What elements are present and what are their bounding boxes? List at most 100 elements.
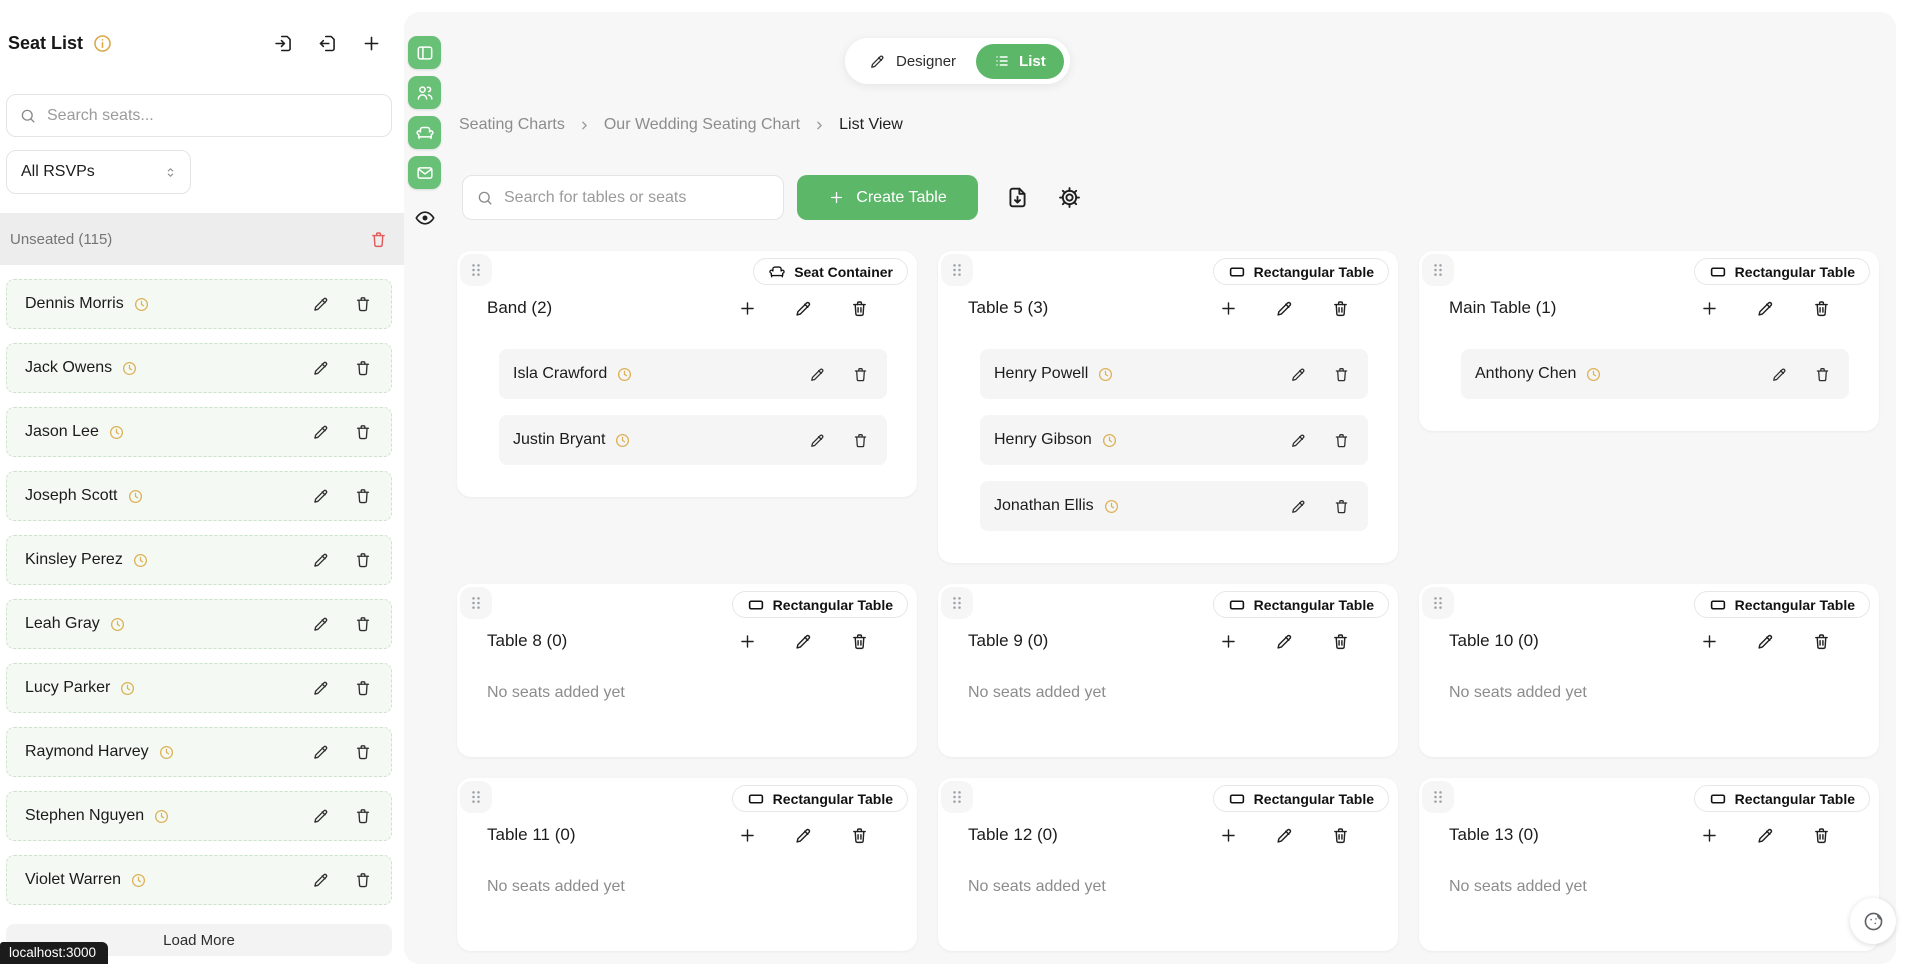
drag-handle[interactable] (460, 587, 492, 619)
delete-table-button[interactable] (1812, 632, 1831, 651)
drag-handle[interactable] (460, 781, 492, 813)
delete-guest-button[interactable] (354, 679, 372, 697)
delete-guest-button[interactable] (354, 423, 372, 441)
drag-handle[interactable] (941, 781, 973, 813)
unseated-guest-item[interactable]: Violet Warren (6, 855, 392, 905)
seat-row[interactable]: Jonathan Ellis (980, 481, 1368, 531)
seat-row[interactable]: Justin Bryant (499, 415, 887, 465)
seat-row[interactable]: Henry Powell (980, 349, 1368, 399)
delete-guest-button[interactable] (354, 295, 372, 313)
edit-table-button[interactable] (1756, 632, 1775, 651)
edit-table-button[interactable] (1275, 299, 1294, 318)
add-seat-to-table-button[interactable] (738, 299, 757, 318)
seats-button[interactable] (408, 116, 441, 149)
edit-guest-button[interactable] (312, 423, 330, 441)
add-seat-to-table-button[interactable] (738, 632, 757, 651)
delete-table-button[interactable] (1331, 826, 1350, 845)
edit-guest-button[interactable] (312, 359, 330, 377)
seat-row[interactable]: Henry Gibson (980, 415, 1368, 465)
breadcrumb-chart-name[interactable]: Our Wedding Seating Chart (604, 116, 800, 134)
add-seat-to-table-button[interactable] (738, 826, 757, 845)
unseated-guest-item[interactable]: Leah Gray (6, 599, 392, 649)
delete-seat-button[interactable] (852, 432, 869, 449)
unseated-guest-item[interactable]: Dennis Morris (6, 279, 392, 329)
unseated-guest-item[interactable]: Kinsley Perez (6, 535, 392, 585)
seat-row[interactable]: Anthony Chen (1461, 349, 1849, 399)
unseated-guest-item[interactable]: Lucy Parker (6, 663, 392, 713)
unseated-guest-item[interactable]: Raymond Harvey (6, 727, 392, 777)
edit-guest-button[interactable] (312, 295, 330, 313)
list-tab[interactable]: List (976, 43, 1064, 79)
delete-guest-button[interactable] (354, 871, 372, 889)
delete-guest-button[interactable] (354, 551, 372, 569)
delete-table-button[interactable] (850, 299, 869, 318)
info-icon[interactable] (92, 33, 113, 54)
seat-search-input[interactable] (47, 106, 379, 125)
designer-tab[interactable]: Designer (853, 38, 976, 84)
edit-guest-button[interactable] (312, 615, 330, 633)
rsvp-filter-select[interactable]: All RSVPs (6, 150, 191, 194)
delete-guest-button[interactable] (354, 487, 372, 505)
add-seat-to-table-button[interactable] (1700, 826, 1719, 845)
edit-seat-button[interactable] (1771, 366, 1788, 383)
edit-guest-button[interactable] (312, 487, 330, 505)
drag-handle[interactable] (460, 254, 492, 286)
edit-guest-button[interactable] (312, 743, 330, 761)
breadcrumb-seating-charts[interactable]: Seating Charts (459, 116, 565, 134)
panel-layout-button[interactable] (408, 36, 441, 69)
export-button[interactable] (317, 33, 338, 54)
edit-table-button[interactable] (794, 632, 813, 651)
edit-table-button[interactable] (794, 826, 813, 845)
delete-table-button[interactable] (1812, 299, 1831, 318)
edit-table-button[interactable] (1756, 826, 1775, 845)
edit-table-button[interactable] (1275, 826, 1294, 845)
unseated-guest-item[interactable]: Joseph Scott (6, 471, 392, 521)
import-button[interactable] (273, 33, 294, 54)
edit-table-button[interactable] (794, 299, 813, 318)
delete-table-button[interactable] (1331, 299, 1350, 318)
unseated-guest-item[interactable]: Jason Lee (6, 407, 392, 457)
create-table-button[interactable]: Create Table (797, 175, 978, 220)
edit-seat-button[interactable] (1290, 432, 1307, 449)
delete-seat-button[interactable] (852, 366, 869, 383)
edit-seat-button[interactable] (809, 366, 826, 383)
edit-seat-button[interactable] (1290, 366, 1307, 383)
unseated-guest-item[interactable]: Stephen Nguyen (6, 791, 392, 841)
drag-handle[interactable] (1422, 587, 1454, 619)
delete-table-button[interactable] (850, 632, 869, 651)
edit-table-button[interactable] (1756, 299, 1775, 318)
edit-seat-button[interactable] (1290, 498, 1307, 515)
delete-table-button[interactable] (1331, 632, 1350, 651)
delete-table-button[interactable] (1812, 826, 1831, 845)
add-seat-to-table-button[interactable] (1219, 299, 1238, 318)
drag-handle[interactable] (941, 254, 973, 286)
edit-guest-button[interactable] (312, 551, 330, 569)
delete-guest-button[interactable] (354, 807, 372, 825)
edit-table-button[interactable] (1275, 632, 1294, 651)
preview-button[interactable] (408, 207, 441, 229)
add-seat-to-table-button[interactable] (1700, 632, 1719, 651)
edit-guest-button[interactable] (312, 871, 330, 889)
export-document-button[interactable] (1005, 185, 1030, 210)
seat-row[interactable]: Isla Crawford (499, 349, 887, 399)
add-seat-button[interactable] (361, 33, 382, 54)
delete-seat-button[interactable] (1333, 366, 1350, 383)
delete-seat-button[interactable] (1333, 498, 1350, 515)
delete-seat-button[interactable] (1333, 432, 1350, 449)
add-seat-to-table-button[interactable] (1700, 299, 1719, 318)
delete-guest-button[interactable] (354, 359, 372, 377)
delete-guest-button[interactable] (354, 615, 372, 633)
add-seat-to-table-button[interactable] (1219, 632, 1238, 651)
table-search-input[interactable] (504, 188, 770, 207)
edit-seat-button[interactable] (809, 432, 826, 449)
guests-button[interactable] (408, 76, 441, 109)
delete-table-button[interactable] (850, 826, 869, 845)
edit-guest-button[interactable] (312, 807, 330, 825)
drag-handle[interactable] (1422, 781, 1454, 813)
edit-guest-button[interactable] (312, 679, 330, 697)
add-seat-to-table-button[interactable] (1219, 826, 1238, 845)
delete-all-unseated-button[interactable] (369, 230, 388, 249)
unseated-guest-item[interactable]: Jack Owens (6, 343, 392, 393)
settings-button[interactable] (1057, 185, 1082, 210)
cookie-consent-button[interactable] (1850, 898, 1896, 944)
